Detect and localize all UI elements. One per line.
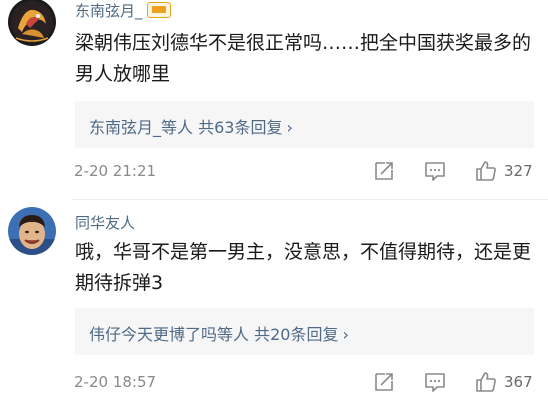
comment-item: 东南弦月_ 梁朝伟压刘德华不是很正常吗……把全中国获奖最多的男人放哪里 东南弦月… [0, 0, 548, 200]
like-count: 367 [504, 373, 533, 391]
replies-box[interactable]: 伟仔今天更博了吗等人 共20条回复 › [75, 308, 534, 355]
avatar[interactable] [8, 0, 56, 46]
avatar[interactable] [8, 207, 56, 255]
comment-icon[interactable] [423, 370, 447, 394]
comment-icon[interactable] [423, 159, 447, 183]
like-icon[interactable] [474, 159, 498, 183]
replies-link[interactable]: 东南弦月_等人 共63条回复 › [89, 114, 293, 138]
username[interactable]: 东南弦月_ [75, 0, 171, 21]
comment-meta: 2-20 21:21 327 [74, 159, 544, 183]
vip-badge-icon [146, 2, 171, 18]
like-icon[interactable] [474, 370, 498, 394]
comment-text: 哦，华哥不是第一男主，没意思，不值得期待，还是更期待拆弹3 [75, 241, 532, 294]
replies-link[interactable]: 伟仔今天更博了吗等人 共20条回复 › [89, 321, 349, 345]
replies-label[interactable]: 伟仔今天更博了吗等人 共20条回复 [89, 325, 338, 344]
forward-icon[interactable] [372, 159, 396, 183]
chevron-right-icon: › [342, 325, 349, 344]
forward-icon[interactable] [372, 370, 396, 394]
comment-meta: 2-20 18:57 367 [74, 370, 544, 394]
timestamp: 2-20 18:57 [74, 373, 157, 391]
username[interactable]: 同华友人 [75, 212, 135, 233]
like-count: 327 [504, 162, 533, 180]
timestamp: 2-20 21:21 [74, 162, 157, 180]
comment-item: 同华友人 哦，华哥不是第一男主，没意思，不值得期待，还是更期待拆弹3 伟仔今天更… [0, 200, 548, 403]
username-text[interactable]: 东南弦月_ [75, 2, 143, 20]
comment-text: 梁朝伟压刘德华不是很正常吗……把全中国获奖最多的男人放哪里 [75, 32, 532, 85]
replies-label[interactable]: 东南弦月_等人 共63条回复 [89, 118, 282, 137]
replies-box[interactable]: 东南弦月_等人 共63条回复 › [75, 101, 534, 148]
chevron-right-icon: › [286, 118, 293, 137]
